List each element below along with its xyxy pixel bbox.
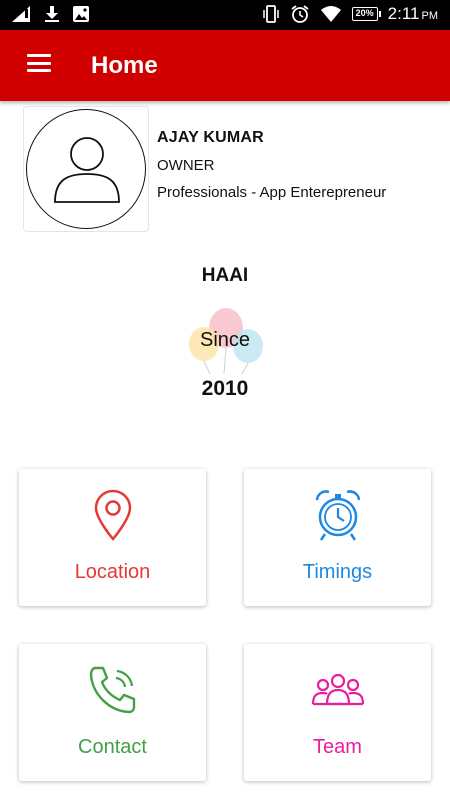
profile-company: Professionals - App Enterepreneur: [157, 184, 387, 201]
status-clock: 2:11 PM: [387, 4, 438, 23]
team-label: Team: [313, 736, 362, 758]
menu-icon-bar: [27, 54, 51, 57]
since-year: 2010: [201, 377, 249, 400]
profile-role: OWNER: [157, 157, 215, 174]
timings-label: Timings: [302, 561, 373, 583]
timings-card[interactable]: Timings: [244, 469, 431, 606]
avatar[interactable]: [23, 106, 149, 232]
vibrate-icon: [262, 5, 279, 23]
wifi-icon: [320, 6, 341, 22]
menu-icon-bar: [27, 61, 51, 65]
location-label: Location: [74, 561, 151, 583]
avatar-placeholder-icon: [26, 109, 146, 229]
alarm-icon: [291, 5, 309, 23]
system-status: 20% 2:11 PM: [262, 4, 438, 24]
image-icon: [73, 6, 89, 22]
page-title: Home: [91, 52, 158, 79]
signal-icon: [12, 6, 30, 22]
status-bar: 20% 2:11 PM: [0, 0, 450, 30]
alarm-clock-icon: [244, 485, 431, 545]
app-bar: Home: [0, 30, 450, 101]
download-icon: [45, 6, 59, 22]
menu-icon-bar: [27, 69, 51, 72]
since-label: Since: [199, 329, 251, 351]
contact-card[interactable]: Contact: [19, 644, 206, 781]
menu-button[interactable]: [27, 54, 53, 76]
team-card[interactable]: Team: [244, 644, 431, 781]
battery-indicator: 20%: [351, 7, 381, 21]
group-icon: [244, 660, 431, 720]
phone-ringing-icon: [19, 660, 206, 720]
location-pin-icon: [19, 485, 206, 545]
business-name: HAAI: [201, 265, 249, 286]
notification-icons: [10, 5, 90, 23]
location-card[interactable]: Location: [19, 469, 206, 606]
profile-name: AJAY KUMAR: [157, 129, 264, 146]
contact-label: Contact: [78, 736, 147, 758]
